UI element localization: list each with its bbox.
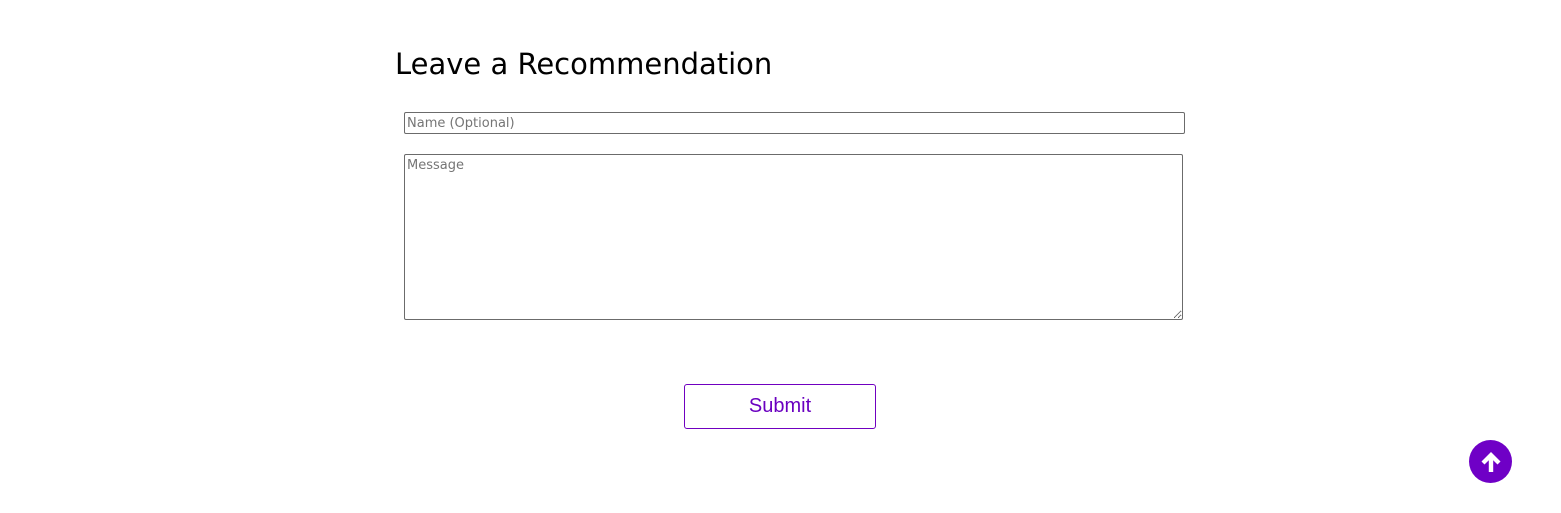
scroll-to-top-button[interactable]	[1469, 440, 1512, 483]
arrow-up-icon	[1478, 449, 1504, 475]
submit-button[interactable]: Submit	[684, 384, 876, 429]
message-input[interactable]	[404, 154, 1183, 320]
name-input[interactable]	[404, 112, 1185, 134]
page-title: Leave a Recommendation	[395, 47, 773, 81]
